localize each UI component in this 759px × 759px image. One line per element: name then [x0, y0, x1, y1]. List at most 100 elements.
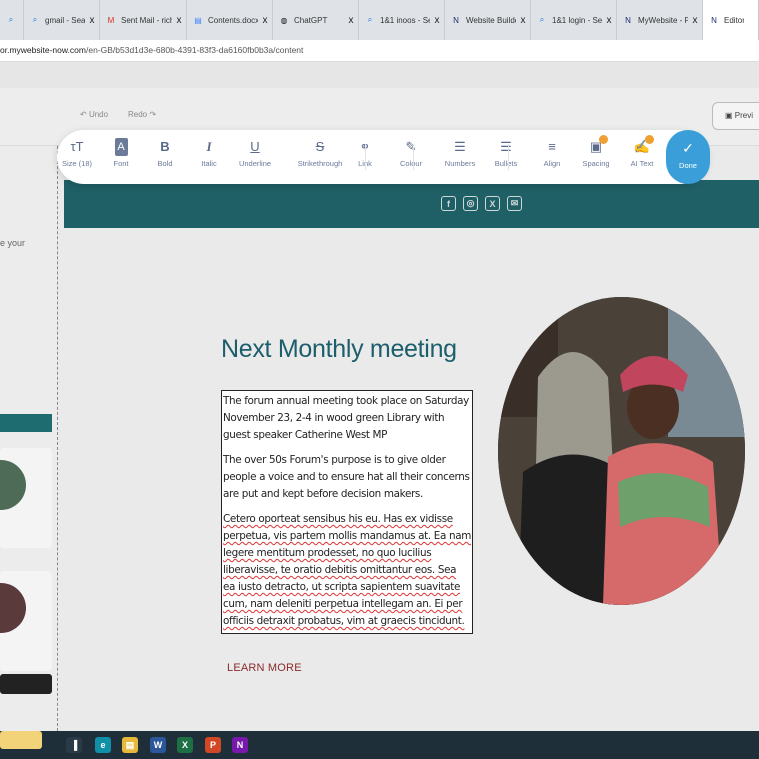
colour-label: Colour [399, 159, 423, 168]
close-icon[interactable]: x [688, 15, 702, 26]
browser-tab[interactable]: M Sent Mail - richarx [100, 0, 187, 40]
toolbar-divider [508, 144, 509, 170]
italic-button[interactable]: I Italic [187, 138, 231, 168]
onenote-icon[interactable]: N [232, 737, 248, 753]
facebook-icon[interactable]: f [441, 196, 456, 211]
align-icon: ≡ [548, 139, 556, 154]
close-icon[interactable]: x [430, 15, 444, 26]
ai-text-icon: ✍ [633, 139, 651, 154]
search-icon: ⌕ [539, 15, 545, 24]
editor-icon: N [711, 15, 717, 25]
spacing-label: Spacing [582, 159, 610, 168]
browser-tab[interactable]: ▤ Contents.docx - Cx [187, 0, 273, 40]
meeting-photo[interactable] [498, 297, 745, 605]
website-builder-icon: N [453, 15, 459, 25]
rich-text-editor[interactable]: The forum annual meeting took place on S… [221, 390, 473, 634]
url-path: /en-GB/b53d1d3e-680b-4391-83f3-da6160fb0… [85, 45, 304, 55]
spacing-icon: ▣ [589, 139, 603, 154]
ai-text-button[interactable]: ✍ AI Text [620, 135, 664, 168]
paragraph-2[interactable]: The over 50s Forum's purpose is to give … [223, 452, 471, 503]
redo-button[interactable]: Redo ↷ [128, 110, 156, 119]
bullets-label: Bullets [494, 159, 518, 168]
chatgpt-icon: ◍ [280, 15, 288, 25]
undo-label: Undo [88, 110, 109, 119]
close-icon[interactable]: x [516, 15, 530, 26]
italic-label: Italic [201, 159, 217, 168]
undo-icon: ↶ [80, 110, 89, 119]
browser-tab-strip: ⌕x⌕gmail - SearchxMSent Mail - richarx▤C… [0, 0, 759, 40]
browser-tab-label: 1&1 login - Sear [552, 15, 602, 25]
section-title[interactable]: Next Monthly meeting [221, 335, 457, 364]
left-panel: e your [0, 146, 58, 731]
browser-tab[interactable]: ⌕ 1&1 inoos - Searx [359, 0, 445, 40]
left-panel-card[interactable] [0, 571, 52, 671]
done-label: Done [679, 161, 697, 170]
bold-button[interactable]: B Bold [143, 138, 187, 168]
browser-tab[interactable]: N MyWebsite - Projx [617, 0, 703, 40]
search-icon: ⌕ [32, 15, 38, 24]
colour-button[interactable]: ✎ Colour [389, 138, 433, 168]
close-icon[interactable]: x [258, 15, 272, 26]
photo-illustration [498, 297, 745, 605]
search-icon: ⌕ [367, 15, 373, 24]
task-view-icon[interactable]: ▐ [66, 737, 82, 753]
size-label: Size (18) [61, 159, 92, 168]
bold-icon: B [160, 139, 170, 154]
check-icon: ✓ [682, 140, 694, 156]
strikethrough-button[interactable]: S Strikethrough [290, 138, 350, 168]
website-editor: ↶ Undo Redo ↷ ▣ Previ e your f ◎ X ✉ Next M… [0, 88, 759, 731]
paint-brush-icon: ✎ [405, 139, 417, 154]
close-icon[interactable]: x [85, 15, 99, 26]
browser-tab-label: 1&1 inoos - Sear [380, 15, 430, 25]
font-label: Font [113, 159, 129, 168]
preview-button[interactable]: ▣ Previ [712, 102, 759, 130]
device-icon: ▣ [725, 111, 735, 120]
file-explorer-icon[interactable]: ▤ [122, 737, 138, 753]
done-button[interactable]: ✓ Done [666, 130, 710, 184]
browser-tab[interactable]: N Editor - Hom [703, 0, 759, 40]
browser-tab-label: ChatGPT [294, 15, 328, 25]
align-button[interactable]: ≡ Align [530, 138, 574, 168]
left-panel-dark-button[interactable] [0, 674, 52, 694]
numbers-button[interactable]: ☰ Numbers [438, 138, 482, 168]
browser-tab-label: Editor - Hom [724, 15, 744, 25]
undo-button[interactable]: ↶ Undo [80, 110, 108, 119]
mywebsite-icon: N [625, 15, 631, 25]
paragraph-3[interactable]: Cetero oporteat sensibus his eu. Has ex … [223, 511, 471, 630]
strikethrough-label: Strikethrough [297, 159, 343, 168]
browser-tab[interactable]: ◍ ChatGPT x [273, 0, 359, 40]
size-button[interactable]: τT Size (18) [55, 138, 99, 168]
close-icon[interactable]: x [344, 15, 358, 26]
strikethrough-icon: S [315, 139, 325, 154]
spacing-button[interactable]: ▣ Spacing [574, 135, 618, 168]
browser-tab[interactable]: ⌕x [0, 0, 24, 40]
social-icons: f ◎ X ✉ [441, 196, 522, 211]
underline-label: Underline [238, 159, 272, 168]
powerpoint-icon[interactable]: P [205, 737, 221, 753]
close-icon[interactable]: x [602, 15, 616, 26]
edge-icon[interactable]: e [95, 737, 111, 753]
underline-button[interactable]: U Underline [233, 138, 277, 168]
gmail-icon: M [107, 15, 115, 25]
redo-icon: ↷ [147, 110, 157, 119]
word-icon[interactable]: W [150, 737, 166, 753]
address-bar[interactable]: or.mywebsite-now.com/en-GB/b53d1d3e-680b… [0, 40, 759, 62]
browser-tab[interactable]: N Website Builder |x [445, 0, 531, 40]
left-panel-card[interactable] [0, 448, 52, 548]
browser-tab[interactable]: ⌕ 1&1 login - Searx [531, 0, 617, 40]
email-icon[interactable]: ✉ [507, 196, 522, 211]
italic-icon: I [206, 139, 212, 154]
browser-tab-label: gmail - Search [45, 15, 85, 25]
learn-more-link[interactable]: LEARN MORE [227, 662, 302, 674]
bullets-button[interactable]: ☰ Bullets [484, 138, 528, 168]
url-text[interactable]: or.mywebsite-now.com/en-GB/b53d1d3e-680b… [0, 45, 303, 55]
paragraph-1[interactable]: The forum annual meeting took place on S… [223, 393, 471, 444]
font-button[interactable]: A Font [99, 138, 143, 168]
toolbar-divider [413, 144, 414, 170]
taskbar-search-widget[interactable] [0, 731, 42, 749]
x-twitter-icon[interactable]: X [485, 196, 500, 211]
close-icon[interactable]: x [172, 15, 186, 26]
instagram-icon[interactable]: ◎ [463, 196, 478, 211]
excel-icon[interactable]: X [177, 737, 193, 753]
browser-tab[interactable]: ⌕ gmail - Searchx [24, 0, 100, 40]
